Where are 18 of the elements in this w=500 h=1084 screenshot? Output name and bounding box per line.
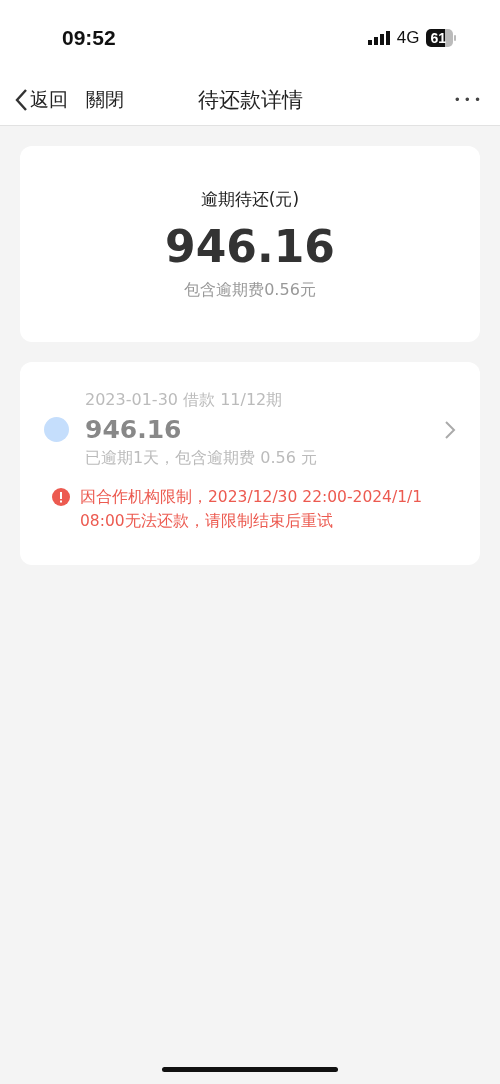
more-button[interactable]: ••• bbox=[453, 93, 484, 107]
overdue-amount: 946.16 bbox=[165, 220, 335, 272]
close-button[interactable]: 關閉 bbox=[86, 87, 124, 113]
page-title: 待还款详情 bbox=[197, 88, 303, 112]
alert-icon bbox=[52, 488, 70, 506]
chevron-right-icon bbox=[444, 419, 456, 440]
signal-icon bbox=[367, 30, 390, 45]
warning-text: 因合作机构限制，2023/12/30 22:00-2024/1/1 08:00无法还款，请限制结束后重试 bbox=[80, 487, 424, 532]
bill-card[interactable]: 2023-01-30 借款 11/12期 946.16 已逾期1天，包含逾期费 0.56 元 因合作机构限制，2023/12/30 22:00-2024/1/1 08:00无法还款，请限制结束后重试 bbox=[20, 362, 480, 565]
back-button[interactable]: 返回 bbox=[14, 87, 68, 113]
back-chevron-icon bbox=[14, 88, 28, 112]
network-label: 4G bbox=[396, 27, 420, 48]
bill-detail: 已逾期1天，包含逾期费 0.56 元 bbox=[85, 448, 318, 469]
fee-note: 包含逾期费0.56元 bbox=[184, 279, 316, 301]
status-time: 09:52 bbox=[62, 25, 116, 50]
bill-amount: 946.16 bbox=[85, 415, 183, 444]
overdue-label: 逾期待还(元) bbox=[200, 187, 300, 211]
bill-date: 2023-01-30 借款 11/12期 bbox=[85, 390, 284, 411]
